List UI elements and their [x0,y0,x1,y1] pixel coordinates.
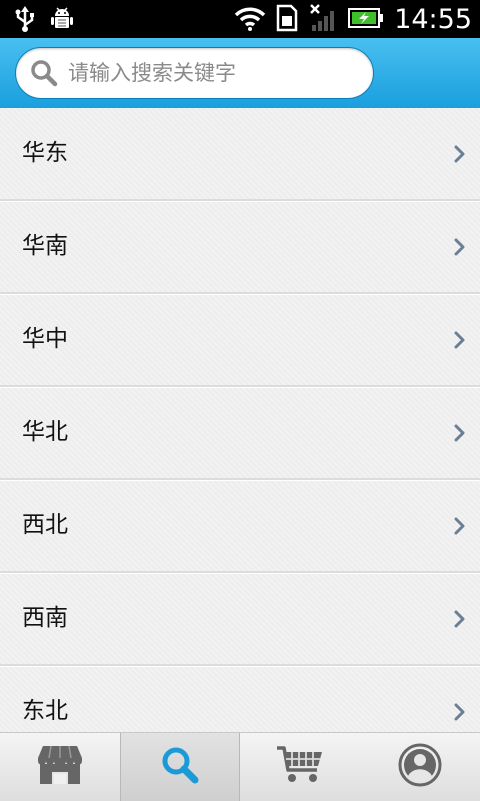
chevron-right-icon [454,238,466,260]
tab-search[interactable] [120,733,240,801]
list-item[interactable]: 东北 [0,666,480,732]
usb-icon [14,6,36,36]
clock: 14:55 [394,4,472,35]
search-box[interactable] [15,47,374,99]
list-item-label: 东北 [22,698,68,724]
search-icon [30,59,58,91]
chevron-right-icon [454,703,466,725]
sim-card-icon [276,4,298,36]
chevron-right-icon [454,610,466,632]
list-item-label: 华南 [22,233,68,259]
list-item-label: 华中 [22,326,68,352]
profile-icon [398,743,442,791]
list-item[interactable]: 华中 [0,294,480,387]
tab-store[interactable] [0,733,120,801]
list-item-label: 华北 [22,419,68,445]
list-item[interactable]: 华北 [0,387,480,480]
tab-cart[interactable] [240,733,360,801]
list-item[interactable]: 华南 [0,201,480,294]
list-item[interactable]: 西北 [0,480,480,573]
signal-icon [308,3,338,37]
status-bar: 14:55 [0,0,480,38]
list-item[interactable]: 西南 [0,573,480,666]
region-list: 华东 华南 华中 华北 西北 西南 东北 [0,108,480,732]
bottom-nav [0,732,480,801]
cart-icon [275,744,325,790]
list-item-label: 西南 [22,605,68,631]
search-input[interactable] [68,48,358,98]
android-debug-icon [50,6,74,36]
search-header [0,38,480,108]
tab-profile[interactable] [360,733,480,801]
chevron-right-icon [454,145,466,167]
list-item-label: 华东 [22,140,68,166]
list-item[interactable]: 华东 [0,108,480,201]
battery-charging-icon [348,7,384,33]
search-icon [160,745,200,789]
store-icon [37,744,83,790]
list-item-label: 西北 [22,512,68,538]
chevron-right-icon [454,331,466,353]
chevron-right-icon [454,517,466,539]
wifi-icon [234,5,266,35]
chevron-right-icon [454,424,466,446]
